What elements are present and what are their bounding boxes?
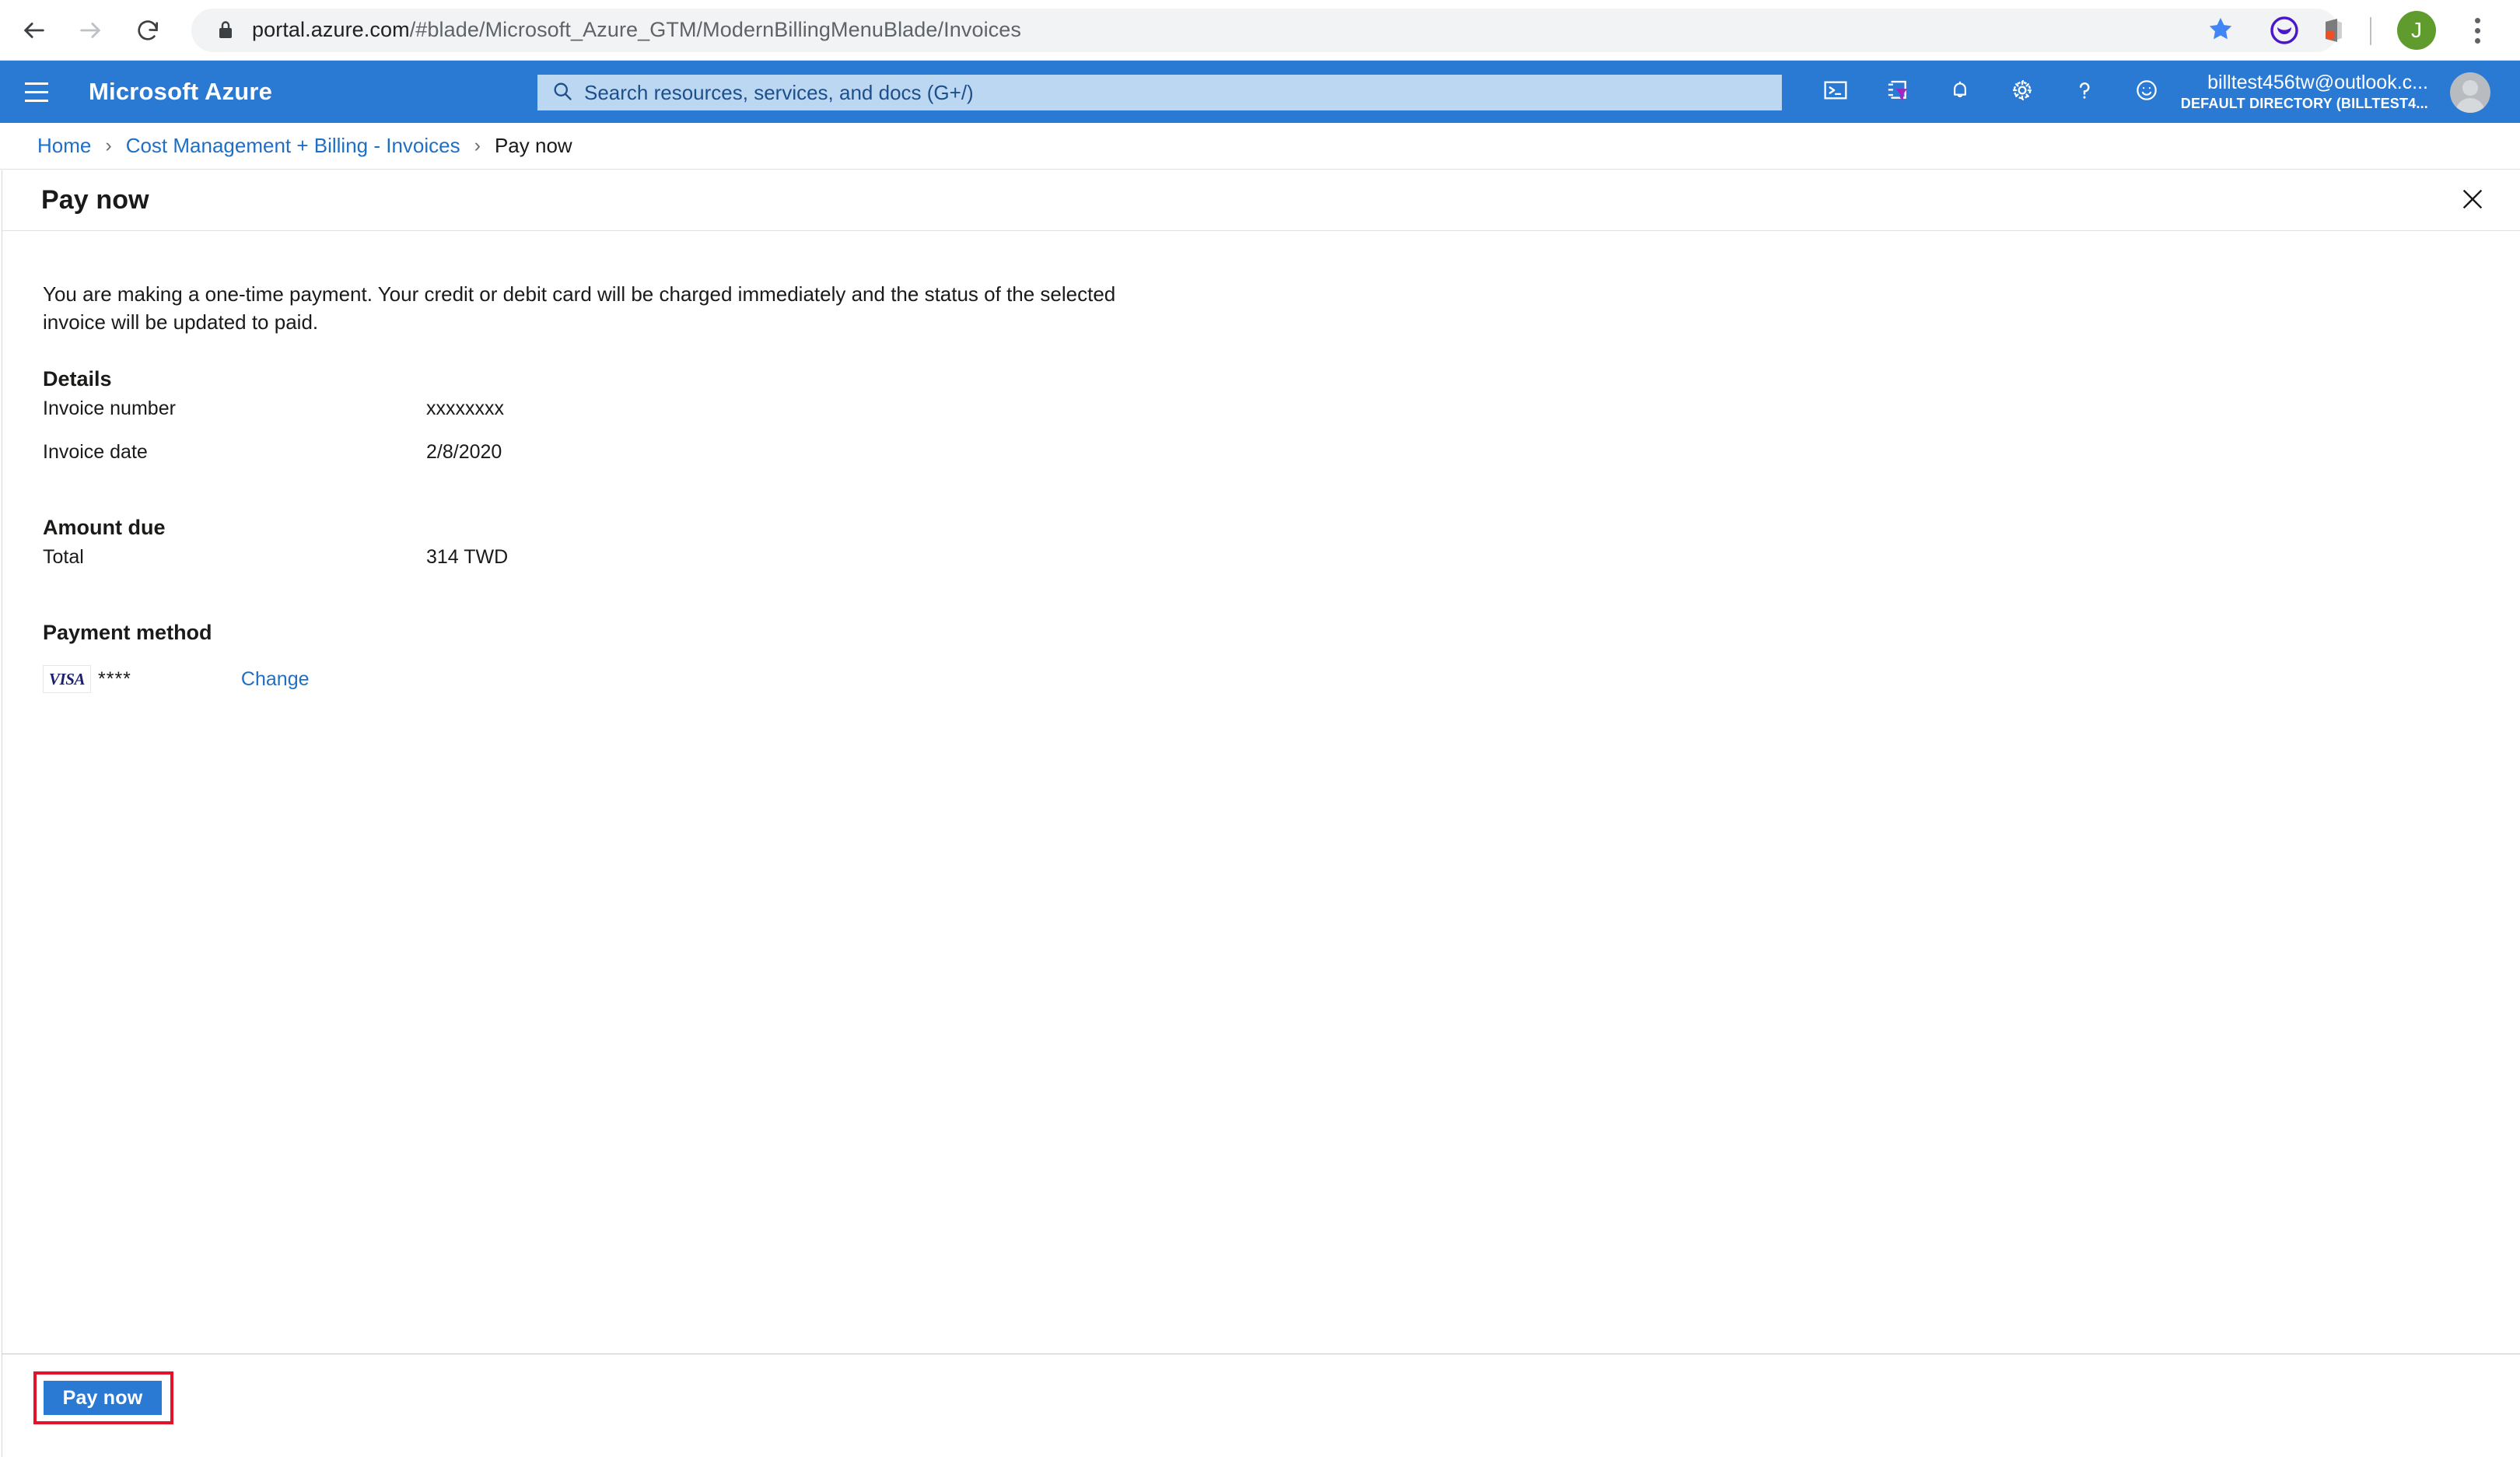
breadcrumb-item-home[interactable]: Home bbox=[37, 134, 91, 158]
account-directory: DEFAULT DIRECTORY (BILLTEST4... bbox=[2180, 96, 2428, 111]
kebab-menu-icon-dot3 bbox=[2474, 37, 2480, 44]
breadcrumb-item-pay-now: Pay now bbox=[494, 134, 572, 157]
reload-icon bbox=[135, 18, 160, 43]
payment-method-heading: Payment method bbox=[43, 621, 212, 644]
pay-now-blade: Pay now You are making a one-time paymen… bbox=[2, 170, 2520, 1457]
breadcrumb-separator-2: › bbox=[474, 135, 481, 156]
search-placeholder: Search resources, services, and docs (G+… bbox=[584, 80, 974, 104]
browser-address-bar[interactable]: portal.azure.com/#blade/Microsoft_Azure_… bbox=[191, 8, 2338, 52]
account-email: billtest456tw@outlook.c... bbox=[2207, 72, 2428, 93]
bookmark-button[interactable] bbox=[2197, 7, 2244, 54]
hamburger-menu-icon bbox=[25, 82, 48, 85]
detail-row-invoice-number: Invoice number xxxxxxxx bbox=[43, 398, 2520, 441]
breadcrumb-item-cost-management[interactable]: Cost Management + Billing - Invoices bbox=[126, 134, 460, 158]
invoice-number-label: Invoice number bbox=[43, 398, 176, 419]
total-value: 314 TWD bbox=[426, 546, 509, 568]
invoice-number-value: xxxxxxxx bbox=[426, 398, 504, 419]
settings-gear-icon bbox=[2009, 77, 2035, 107]
close-icon bbox=[2459, 186, 2486, 216]
notifications-button[interactable] bbox=[1929, 61, 1991, 123]
payment-method-row: VISA **** Change bbox=[43, 662, 2520, 696]
search-icon bbox=[551, 80, 573, 106]
bookmark-star-icon bbox=[2207, 16, 2234, 46]
close-button[interactable] bbox=[2453, 181, 2492, 220]
total-label: Total bbox=[43, 546, 84, 568]
amount-due-heading: Amount due bbox=[43, 516, 166, 539]
browser-reload-button[interactable] bbox=[124, 7, 171, 54]
browser-forward-button[interactable] bbox=[67, 7, 114, 54]
cloud-shell-button[interactable] bbox=[1804, 61, 1867, 123]
visa-logo-text: VISA bbox=[48, 669, 86, 688]
lock-icon bbox=[216, 19, 236, 42]
avatar-head bbox=[2462, 80, 2478, 96]
directories-subscriptions-icon bbox=[1885, 77, 1911, 107]
payment-intro-text: You are making a one-time payment. Your … bbox=[43, 282, 1116, 334]
avatar-body bbox=[2455, 98, 2485, 113]
cloud-shell-icon bbox=[1822, 77, 1849, 107]
browser-back-button[interactable] bbox=[11, 7, 58, 54]
invoice-date-label: Invoice date bbox=[43, 441, 148, 463]
blade-header: Pay now bbox=[2, 170, 2520, 231]
visa-card-icon: VISA bbox=[43, 665, 91, 693]
chrome-profile-avatar[interactable]: J bbox=[2397, 11, 2436, 50]
blade-content: You are making a one-time payment. Your … bbox=[2, 232, 2520, 1354]
account-info[interactable]: billtest456tw@outlook.c... DEFAULT DIREC… bbox=[2181, 61, 2428, 123]
url-text: portal.azure.com/#blade/Microsoft_Azure_… bbox=[252, 18, 1021, 42]
blade-footer: Pay now bbox=[2, 1354, 2520, 1457]
url-path: /#blade/Microsoft_Azure_GTM/ModernBillin… bbox=[409, 18, 1021, 41]
feedback-button[interactable] bbox=[2116, 61, 2178, 123]
help-question-icon bbox=[2071, 77, 2098, 107]
breadcrumb: Home › Cost Management + Billing - Invoi… bbox=[0, 123, 2520, 170]
extension-icon-2[interactable] bbox=[2318, 15, 2349, 50]
azure-brand-title[interactable]: Microsoft Azure bbox=[89, 78, 272, 106]
directories-subscriptions-button[interactable] bbox=[1867, 61, 1929, 123]
azure-global-search[interactable]: Search resources, services, and docs (G+… bbox=[537, 75, 1782, 110]
toolbar-divider bbox=[2370, 17, 2371, 45]
page-title: Pay now bbox=[41, 185, 149, 215]
user-avatar-icon[interactable] bbox=[2450, 72, 2490, 113]
back-arrow-icon bbox=[21, 17, 47, 44]
azure-portal-menu-button[interactable] bbox=[11, 61, 62, 123]
hamburger-line-2 bbox=[25, 90, 48, 93]
browser-toolbar: portal.azure.com/#blade/Microsoft_Azure_… bbox=[0, 0, 2520, 61]
card-last-four: **** bbox=[98, 667, 131, 690]
notifications-bell-icon bbox=[1948, 78, 1972, 107]
hamburger-line-3 bbox=[25, 99, 48, 102]
azure-top-navigation: Microsoft Azure Search resources, servic… bbox=[0, 61, 2520, 123]
help-button[interactable] bbox=[2053, 61, 2116, 123]
details-heading: Details bbox=[43, 367, 112, 391]
kebab-menu-icon-dot2 bbox=[2474, 27, 2480, 33]
feedback-smiley-icon bbox=[2133, 77, 2160, 107]
extension-icon-1[interactable] bbox=[2269, 15, 2300, 50]
chrome-menu-button[interactable] bbox=[2458, 11, 2497, 50]
breadcrumb-separator: › bbox=[105, 135, 112, 156]
settings-button[interactable] bbox=[1991, 61, 2053, 123]
kebab-menu-icon bbox=[2474, 17, 2480, 23]
forward-arrow-icon bbox=[77, 17, 103, 44]
detail-row-invoice-date: Invoice date 2/8/2020 bbox=[43, 441, 2520, 485]
change-payment-method-link[interactable]: Change bbox=[241, 668, 310, 691]
amount-row-total: Total 314 TWD bbox=[43, 546, 2520, 590]
chrome-profile-initial: J bbox=[2411, 18, 2422, 42]
url-domain: portal.azure.com bbox=[252, 18, 410, 41]
invoice-date-value: 2/8/2020 bbox=[426, 441, 502, 463]
azure-header-icon-group bbox=[1804, 61, 2178, 123]
pay-now-button[interactable]: Pay now bbox=[44, 1381, 162, 1415]
